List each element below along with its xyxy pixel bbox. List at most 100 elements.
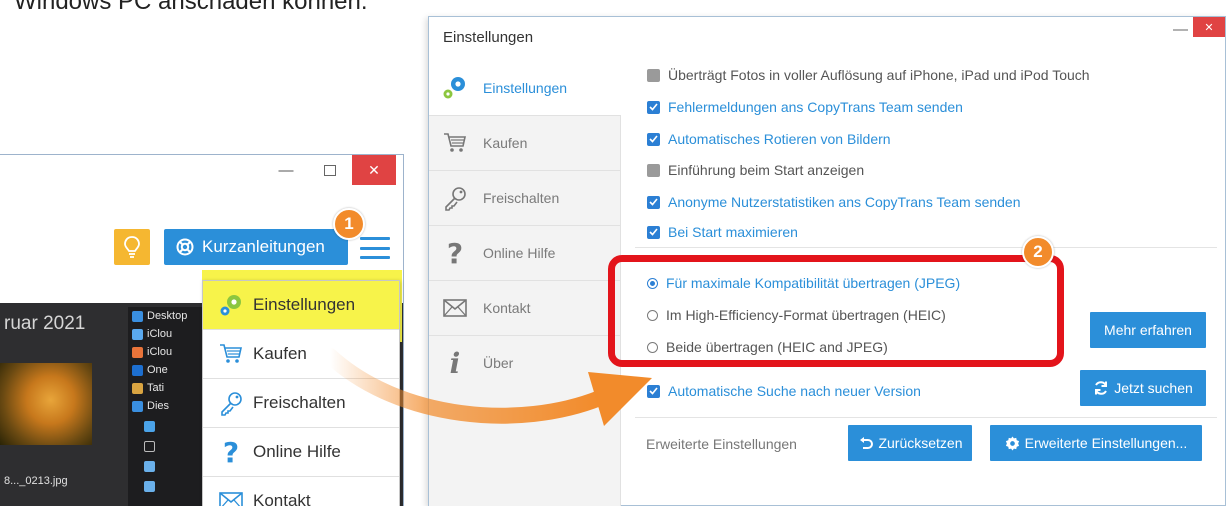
checkbox-checked[interactable] [647, 100, 660, 114]
month-label: ruar 2021 [4, 313, 86, 334]
menu-item-label: Kontakt [253, 491, 311, 506]
sidebar-item-label: Freischalten [483, 190, 560, 206]
key-icon [217, 389, 245, 417]
dialog-close-button[interactable]: ✕ [1193, 17, 1225, 37]
main-dropdown-menu: Einstellungen Kaufen Freischalten ? Onli… [202, 280, 400, 506]
this-pc-icon [132, 400, 143, 412]
option-label: Fehlermeldungen ans CopyTrans Team sende… [668, 99, 963, 115]
menu-item-settings[interactable]: Einstellungen [203, 281, 399, 329]
learn-more-label: Mehr erfahren [1104, 322, 1192, 338]
gear-icon [1005, 435, 1019, 451]
option-maximize-on-start[interactable]: Bei Start maximieren [647, 222, 798, 242]
checkbox-checked[interactable] [647, 384, 660, 398]
menu-item-label: Kaufen [253, 344, 307, 363]
option-send-errors[interactable]: Fehlermeldungen ans CopyTrans Team sende… [647, 97, 963, 117]
option-label: Einführung beim Start anzeigen [668, 162, 865, 178]
question-icon: ? [222, 435, 240, 469]
app-titlebar: — ✕ [0, 155, 403, 199]
check-icon [649, 103, 658, 111]
close-button[interactable]: ✕ [352, 155, 396, 185]
sidebar-item-label: Kaufen [483, 135, 528, 151]
tree-item[interactable]: iClou [132, 345, 172, 359]
checkbox-unchecked[interactable] [647, 163, 660, 177]
section-divider [635, 417, 1217, 418]
quick-guides-label: Kurzanleitungen [202, 237, 325, 256]
dialog-minimize-button[interactable]: — [1173, 21, 1191, 38]
option-auto-update-search[interactable]: Automatische Suche nach neuer Version [647, 381, 921, 401]
search-now-button[interactable]: Jetzt suchen [1080, 370, 1206, 406]
tree-item-label: iClou [147, 346, 173, 358]
option-label: Automatisches Rotieren von Bildern [668, 131, 891, 147]
tree-item-label: iClou [147, 328, 173, 340]
menu-item-unlock[interactable]: Freischalten [203, 379, 399, 427]
reset-button[interactable]: Zurücksetzen [848, 425, 972, 461]
maximize-button[interactable] [308, 155, 352, 185]
option-anonymous-stats[interactable]: Anonyme Nutzerstatistiken ans CopyTrans … [647, 192, 1021, 212]
advanced-settings-button-label: Erweiterte Einstellungen... [1024, 435, 1188, 451]
sidebar-item-label: Kontakt [483, 300, 531, 316]
menu-item-online-help[interactable]: ? Online Hilfe [203, 428, 399, 476]
checkbox-unchecked[interactable] [647, 68, 660, 82]
menu-item-buy[interactable]: Kaufen [203, 330, 399, 378]
tree-item[interactable] [144, 479, 155, 493]
photo-thumbnail[interactable] [0, 363, 92, 445]
sidebar-item-settings[interactable]: Einstellungen [429, 61, 621, 115]
step-badge-1: 1 [333, 208, 365, 240]
folder-tree: Desktop iClou iClou One Tati Dies [128, 307, 208, 506]
check-icon [649, 387, 658, 395]
learn-more-button[interactable]: Mehr erfahren [1090, 312, 1206, 348]
menu-item-contact[interactable]: Kontakt [203, 477, 399, 506]
info-icon: i [449, 346, 461, 380]
sidebar-item-contact[interactable]: Kontakt [429, 281, 621, 335]
pictures-folder-icon [144, 460, 155, 472]
search-now-label: Jetzt suchen [1114, 380, 1193, 396]
check-icon [649, 228, 658, 236]
sidebar-item-about[interactable]: i Über [429, 336, 621, 390]
documents-folder-icon [144, 480, 155, 492]
minimize-button[interactable]: — [264, 155, 308, 185]
tree-item[interactable] [144, 439, 155, 453]
settings-sidebar: Einstellungen Kaufen Freischalten ? Onli… [429, 61, 621, 506]
tree-item[interactable]: One [132, 363, 168, 377]
step-badge-2: 2 [1022, 236, 1054, 268]
checkbox-checked[interactable] [647, 132, 660, 146]
tree-item[interactable]: Dies [132, 399, 169, 413]
tree-item[interactable]: iClou [132, 327, 172, 341]
section-divider [635, 247, 1217, 248]
option-label: Bei Start maximieren [668, 224, 798, 240]
tree-item[interactable]: Desktop [132, 309, 187, 323]
quick-guides-button[interactable]: Kurzanleitungen [164, 229, 348, 265]
hamburger-menu-icon[interactable] [360, 237, 390, 259]
tips-button[interactable] [114, 229, 150, 265]
sidebar-item-online-help[interactable]: ? Online Hilfe [429, 226, 621, 280]
menu-item-label: Freischalten [253, 393, 346, 412]
sidebar-item-unlock[interactable]: Freischalten [429, 171, 621, 225]
key-icon [439, 182, 471, 214]
option-auto-rotate[interactable]: Automatisches Rotieren von Bildern [647, 129, 891, 149]
tree-item[interactable]: Tati [132, 381, 164, 395]
tree-item[interactable] [144, 419, 155, 433]
advanced-settings-label: Erweiterte Einstellungen [646, 436, 797, 452]
checkbox-checked[interactable] [647, 195, 660, 209]
cart-icon [439, 127, 471, 159]
photos-icon [132, 346, 143, 358]
advanced-settings-button[interactable]: Erweiterte Einstellungen... [990, 425, 1202, 461]
menu-item-label: Online Hilfe [253, 442, 341, 461]
option-label: Überträgt Fotos in voller Auflösung auf … [668, 67, 1090, 83]
tree-item-label: Desktop [147, 310, 188, 322]
checkbox-checked[interactable] [647, 225, 660, 239]
envelope-icon [217, 487, 245, 506]
gears-icon [217, 291, 245, 319]
lightbulb-icon [124, 236, 140, 258]
desktop-icon [132, 310, 143, 322]
option-full-resolution[interactable]: Überträgt Fotos in voller Auflösung auf … [647, 65, 1090, 85]
tree-item[interactable] [144, 459, 155, 473]
onedrive-icon [132, 364, 143, 376]
folder-3d-icon [144, 420, 155, 432]
check-icon [649, 198, 658, 206]
menu-item-label: Einstellungen [253, 295, 356, 314]
dialog-title: Einstellungen [443, 29, 534, 46]
sidebar-item-buy[interactable]: Kaufen [429, 116, 621, 170]
envelope-icon [439, 292, 471, 324]
option-show-intro[interactable]: Einführung beim Start anzeigen [647, 160, 864, 180]
